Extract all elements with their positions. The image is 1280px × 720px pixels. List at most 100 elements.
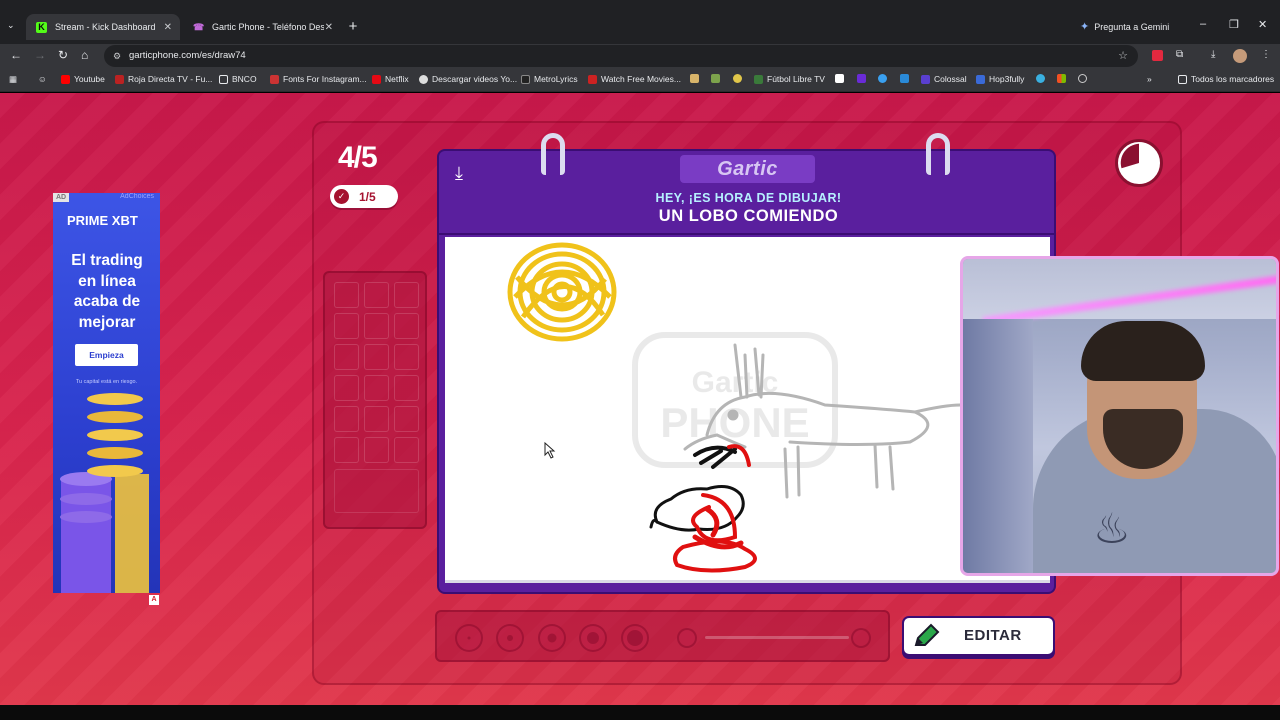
extensions-icon[interactable]: ⧉: [1176, 49, 1183, 60]
bookmark-icon-8[interactable]: [1036, 74, 1045, 83]
color-swatch[interactable]: [364, 375, 389, 401]
restore-icon[interactable]: ❐: [1229, 18, 1239, 31]
bookmark-icon-1[interactable]: [690, 74, 699, 83]
tab-gartic-phone[interactable]: ☎ Gartic Phone - Teléfono Descon ✕: [183, 14, 341, 40]
bookmark-bnco[interactable]: BNCO: [219, 74, 257, 84]
binder-ring: [926, 133, 950, 175]
bookmark-roja-directa[interactable]: Roja Directa TV - Fu...: [115, 74, 212, 84]
reload-icon[interactable]: ↻: [58, 48, 68, 62]
new-tab-button[interactable]: +: [344, 18, 362, 36]
players-done-badge: ✓ 1/5: [330, 185, 398, 208]
all-bookmarks[interactable]: Todos los marcadores: [1178, 74, 1274, 84]
color-swatch[interactable]: [364, 437, 389, 463]
close-icon[interactable]: ✕: [164, 22, 172, 33]
color-swatch[interactable]: [334, 282, 359, 308]
color-swatch[interactable]: [394, 437, 419, 463]
edit-button[interactable]: EDITAR: [902, 616, 1055, 656]
gemini-button[interactable]: ✦ Pregunta a Gemini: [1080, 20, 1169, 33]
bookmark-icon-10[interactable]: [1078, 74, 1087, 83]
tab-kick-dashboard[interactable]: K Stream - Kick Dashboard ✕: [26, 14, 180, 40]
color-swatch[interactable]: [394, 282, 419, 308]
window-close-icon[interactable]: ✕: [1258, 18, 1267, 31]
bookmark-descargar[interactable]: Descargar videos Yo...: [419, 74, 517, 84]
back-arrow-icon[interactable]: ←: [10, 48, 22, 62]
bookmark-youtube[interactable]: Youtube: [61, 74, 105, 84]
download-site-icon: [419, 74, 428, 84]
webcam-person-hair: [1081, 321, 1205, 381]
brush-size-2[interactable]: [496, 624, 524, 652]
tab-search-chevron-icon[interactable]: ⌄: [7, 20, 15, 31]
site-info-icon[interactable]: ⚙: [113, 45, 121, 67]
browser-tabbar: ⌄ K Stream - Kick Dashboard ✕ ☎ Gartic P…: [0, 0, 1280, 44]
tab-title: Gartic Phone - Teléfono Descon: [212, 22, 324, 32]
apps-grid-icon[interactable]: ▦: [9, 74, 17, 85]
bottom-letterbox: [0, 705, 1280, 720]
bookmark-emoji-icon[interactable]: ☺: [38, 74, 47, 84]
more-bookmarks-chevron-icon[interactable]: »: [1147, 74, 1152, 84]
adchoices-link[interactable]: AdChoices: [120, 193, 154, 200]
minimize-icon[interactable]: –: [1200, 18, 1206, 30]
home-icon[interactable]: ⌂: [81, 48, 88, 62]
color-swatch[interactable]: [364, 406, 389, 432]
forward-arrow-icon[interactable]: →: [34, 48, 46, 62]
bookmark-watch-free-movies[interactable]: Watch Free Movies...: [588, 74, 681, 84]
ad-cta-button[interactable]: Empieza: [75, 344, 138, 366]
bookmark-icon-3[interactable]: [733, 74, 742, 83]
address-bar[interactable]: ⚙ garticphone.com/es/draw74 ☆: [104, 45, 1138, 67]
bookmark-futbol-libre[interactable]: Fútbol Libre TV: [754, 74, 825, 84]
color-swatch[interactable]: [394, 406, 419, 432]
color-swatch[interactable]: [364, 282, 389, 308]
brush-size-3[interactable]: [538, 624, 566, 652]
check-icon: ✓: [334, 189, 349, 204]
custom-color-button[interactable]: [334, 469, 419, 513]
bookmark-netflix[interactable]: Netflix: [372, 74, 409, 84]
bookmarks-bar: ▦ ☺ Youtube Roja Directa TV - Fu... BNCO…: [0, 68, 1280, 92]
microsoft-icon: [1057, 74, 1066, 83]
bookmark-icon-7[interactable]: [900, 74, 909, 83]
bookmark-metrolyrics[interactable]: MetroLyrics: [521, 74, 578, 84]
bookmark-site-icon: [878, 74, 887, 83]
bookmark-icon-4[interactable]: [835, 74, 844, 83]
bookmark-colossal[interactable]: Colossal: [921, 74, 967, 84]
color-swatch[interactable]: [394, 344, 419, 370]
url-text: garticphone.com/es/draw74: [129, 50, 246, 61]
bookmark-site-icon: [733, 74, 742, 83]
color-swatch[interactable]: [394, 375, 419, 401]
opacity-slider[interactable]: [705, 636, 849, 639]
extension-icon[interactable]: [1152, 50, 1163, 61]
bookmark-icon-5[interactable]: [857, 74, 866, 83]
size-dot: [507, 635, 513, 641]
bookmark-icon-2[interactable]: [711, 74, 720, 83]
mouse-cursor-icon: [544, 441, 556, 459]
opacity-max-knob[interactable]: [851, 628, 871, 648]
download-icon[interactable]: ⤓: [1211, 49, 1215, 60]
bookmark-fonts[interactable]: Fonts For Instagram...: [270, 74, 367, 84]
ad-brand: PRIME XBT: [67, 213, 138, 228]
color-swatch[interactable]: [334, 437, 359, 463]
brush-size-1[interactable]: [455, 624, 483, 652]
menu-dots-icon[interactable]: ⋮: [1261, 49, 1271, 60]
brush-size-4[interactable]: [579, 624, 607, 652]
fonts-icon: [270, 74, 279, 84]
opacity-min-knob[interactable]: [677, 628, 697, 648]
svg-text:PHONE: PHONE: [660, 399, 809, 446]
download-icon[interactable]: ⤓: [455, 163, 463, 184]
advertisement-banner[interactable]: AD AdChoices PRIME XBT El trading en lín…: [53, 193, 160, 593]
close-icon[interactable]: ✕: [325, 22, 333, 33]
bookmark-icon-6[interactable]: [878, 74, 887, 83]
color-swatch[interactable]: [364, 344, 389, 370]
color-swatch[interactable]: [394, 313, 419, 339]
color-swatch[interactable]: [334, 406, 359, 432]
color-swatch[interactable]: [364, 313, 389, 339]
bookmark-star-icon[interactable]: ☆: [1118, 45, 1128, 67]
size-dot: [627, 630, 643, 646]
color-swatch[interactable]: [334, 313, 359, 339]
color-swatch[interactable]: [334, 344, 359, 370]
bookmark-hop3fully[interactable]: Hop3fully: [976, 74, 1024, 84]
brush-size-5[interactable]: [621, 624, 649, 652]
color-swatch[interactable]: [334, 375, 359, 401]
profile-avatar[interactable]: [1233, 49, 1247, 63]
ad-badge-icon[interactable]: A: [149, 595, 159, 605]
bookmark-site-icon: [711, 74, 720, 83]
bookmark-icon-9[interactable]: [1057, 74, 1066, 83]
